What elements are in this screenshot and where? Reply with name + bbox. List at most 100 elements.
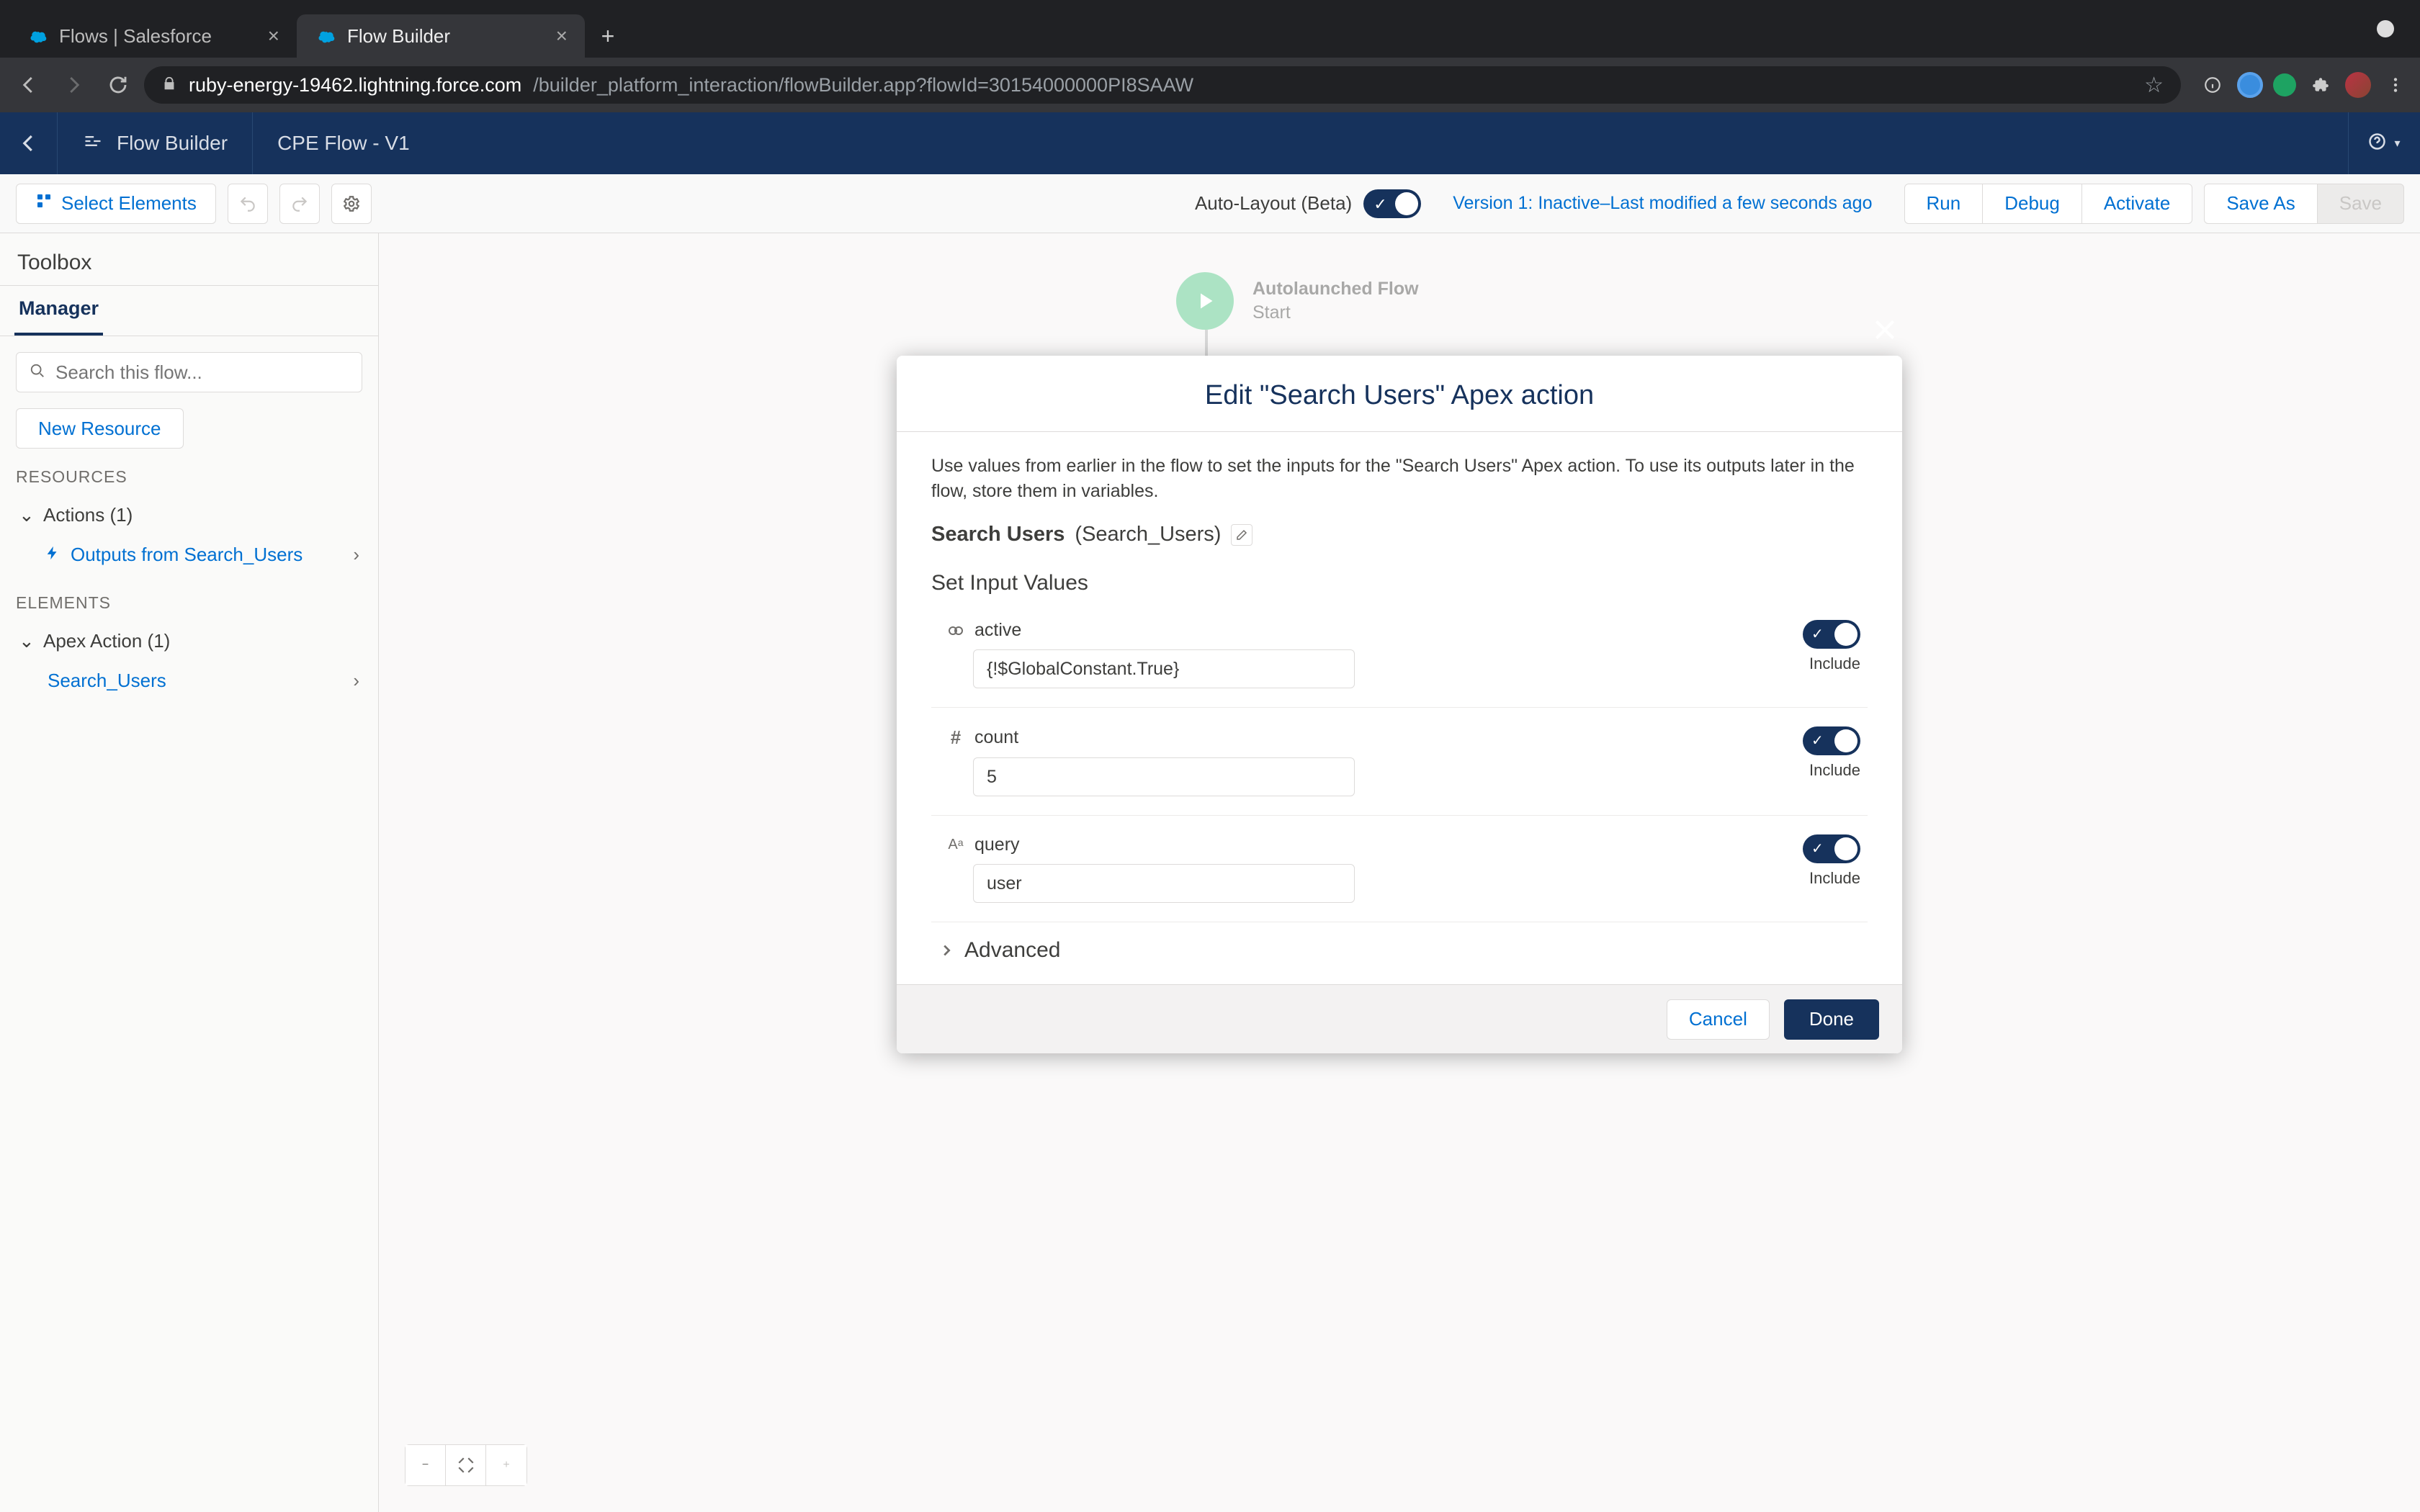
param-input-active[interactable]: {!$GlobalConstant.True} — [973, 649, 1355, 688]
select-elements-button[interactable]: Select Elements — [16, 184, 216, 224]
select-icon — [35, 192, 53, 215]
include-label: Include — [1809, 869, 1860, 888]
param-label-active: active — [974, 620, 1021, 641]
builder-app-name: Flow Builder — [117, 132, 228, 155]
extensions-puzzle-icon[interactable] — [2306, 71, 2335, 99]
browser-window: Flows | Salesforce × Flow Builder × + ru… — [0, 0, 2420, 1512]
reload-button[interactable] — [99, 66, 137, 104]
help-menu[interactable]: ▾ — [2348, 112, 2420, 174]
modal-close-button[interactable] — [1865, 310, 1905, 350]
chevron-down-icon: ⌄ — [19, 504, 33, 526]
action-name-row: Search Users (Search_Users) — [931, 523, 1868, 546]
builder-record-name: CPE Flow - V1 — [277, 132, 410, 155]
debug-button[interactable]: Debug — [1982, 184, 2082, 224]
browser-tab-0[interactable]: Flows | Salesforce × — [9, 14, 297, 58]
save-as-button[interactable]: Save As — [2204, 184, 2317, 224]
elements-section-label: ELEMENTS — [16, 593, 362, 613]
url-path: /builder_platform_interaction/flowBuilde… — [533, 74, 1193, 96]
include-toggle-active[interactable]: ✓ — [1803, 620, 1860, 649]
back-button[interactable] — [10, 66, 48, 104]
toolbox-sidebar: Toolbox Manager New Resource RESOURCES ⌄… — [0, 233, 379, 1512]
tree-apex-action[interactable]: ⌄ Apex Action (1) — [16, 621, 362, 661]
run-button[interactable]: Run — [1904, 184, 1984, 224]
redo-button[interactable] — [279, 184, 320, 224]
tab-manager[interactable]: Manager — [14, 297, 103, 336]
boolean-type-icon — [946, 622, 966, 639]
browser-tabstrip: Flows | Salesforce × Flow Builder × + — [0, 0, 2420, 58]
forward-button[interactable] — [55, 66, 92, 104]
auto-layout-label: Auto-Layout (Beta) — [1195, 192, 1352, 215]
close-icon[interactable]: × — [268, 24, 279, 48]
param-input-query[interactable]: user — [973, 864, 1355, 903]
window-control-icon[interactable] — [2377, 20, 2394, 37]
builder-body: Toolbox Manager New Resource RESOURCES ⌄… — [0, 233, 2420, 1512]
url-input[interactable]: ruby-energy-19462.lightning.force.com/bu… — [144, 66, 2181, 104]
action-api-name: (Search_Users) — [1075, 523, 1221, 546]
tree-apex-item[interactable]: Search_Users › — [16, 661, 362, 701]
builder-back-button[interactable] — [0, 112, 58, 174]
close-icon[interactable]: × — [556, 24, 568, 48]
actions-label: Actions (1) — [43, 504, 133, 526]
version-status: Version 1: Inactive–Last modified a few … — [1453, 193, 1872, 214]
param-input-count[interactable]: 5 — [973, 757, 1355, 796]
select-elements-label: Select Elements — [61, 192, 197, 215]
include-label: Include — [1809, 761, 1860, 780]
text-type-icon: Aa — [946, 837, 966, 853]
tree-actions[interactable]: ⌄ Actions (1) — [16, 495, 362, 535]
param-row-count: # count 5 ✓ Include — [931, 708, 1868, 816]
chevron-right-icon: › — [353, 670, 359, 692]
browser-tab-1[interactable]: Flow Builder × — [297, 14, 585, 58]
param-label-count: count — [974, 727, 1018, 748]
param-row-active: active {!$GlobalConstant.True} ✓ Include — [931, 601, 1868, 708]
param-row-query: Aa query user ✓ Include — [931, 816, 1868, 922]
include-toggle-count[interactable]: ✓ — [1803, 726, 1860, 755]
browser-address-bar: ruby-energy-19462.lightning.force.com/bu… — [0, 58, 2420, 112]
bolt-icon — [45, 544, 60, 566]
modal-description: Use values from earlier in the flow to s… — [931, 454, 1868, 504]
undo-button[interactable] — [228, 184, 268, 224]
browser-tab-title: Flow Builder — [347, 25, 450, 48]
salesforce-cloud-icon — [29, 26, 49, 46]
toolbox-search[interactable] — [16, 352, 362, 392]
info-icon[interactable] — [2198, 71, 2227, 99]
builder-toolbar: Select Elements Auto-Layout (Beta) ✓ Ver… — [0, 174, 2420, 233]
param-label-query: query — [974, 834, 1020, 855]
set-input-values-heading: Set Input Values — [931, 571, 1868, 595]
lock-icon — [161, 74, 177, 96]
action-outputs-label: Outputs from Search_Users — [71, 544, 302, 566]
new-resource-button[interactable]: New Resource — [16, 408, 184, 449]
kebab-menu-icon[interactable] — [2381, 71, 2410, 99]
browser-tab-title: Flows | Salesforce — [59, 25, 212, 48]
save-button-group: Save As Save — [2204, 184, 2404, 224]
auto-layout-switch[interactable]: ✓ — [1363, 189, 1421, 218]
edit-pencil-button[interactable] — [1231, 524, 1252, 546]
search-icon — [30, 363, 45, 382]
action-name: Search Users — [931, 523, 1065, 546]
chevron-down-icon: ⌄ — [19, 630, 33, 652]
builder-header: Flow Builder CPE Flow - V1 ▾ — [0, 112, 2420, 174]
tree-action-outputs[interactable]: Outputs from Search_Users › — [16, 535, 362, 575]
flow-canvas[interactable]: Autolaunched Flow Start − + Edit "Search… — [379, 233, 2420, 1512]
cancel-button[interactable]: Cancel — [1667, 999, 1770, 1040]
flow-icon — [82, 131, 104, 156]
activate-button[interactable]: Activate — [2081, 184, 2193, 224]
toolbox-title: Toolbox — [0, 233, 378, 286]
done-button[interactable]: Done — [1784, 999, 1879, 1040]
modal-footer: Cancel Done — [897, 984, 1902, 1053]
edit-action-modal: Edit "Search Users" Apex action Use valu… — [897, 356, 1902, 1053]
search-input[interactable] — [55, 361, 349, 384]
number-type-icon: # — [946, 726, 966, 749]
star-icon[interactable]: ☆ — [2144, 73, 2164, 98]
save-button[interactable]: Save — [2317, 184, 2404, 224]
salesforce-cloud-icon — [317, 26, 337, 46]
settings-gear-button[interactable] — [331, 184, 372, 224]
new-tab-button[interactable]: + — [591, 19, 625, 53]
extension-icon-2[interactable] — [2273, 73, 2296, 96]
advanced-section-toggle[interactable]: Advanced — [931, 922, 1868, 970]
profile-avatar[interactable] — [2345, 72, 2371, 98]
extension-icon-1[interactable] — [2237, 72, 2263, 98]
include-toggle-query[interactable]: ✓ — [1803, 834, 1860, 863]
builder-record-crumb[interactable]: CPE Flow - V1 — [253, 112, 434, 174]
builder-app-crumb[interactable]: Flow Builder — [58, 112, 253, 174]
browser-extension-area — [2198, 71, 2410, 99]
